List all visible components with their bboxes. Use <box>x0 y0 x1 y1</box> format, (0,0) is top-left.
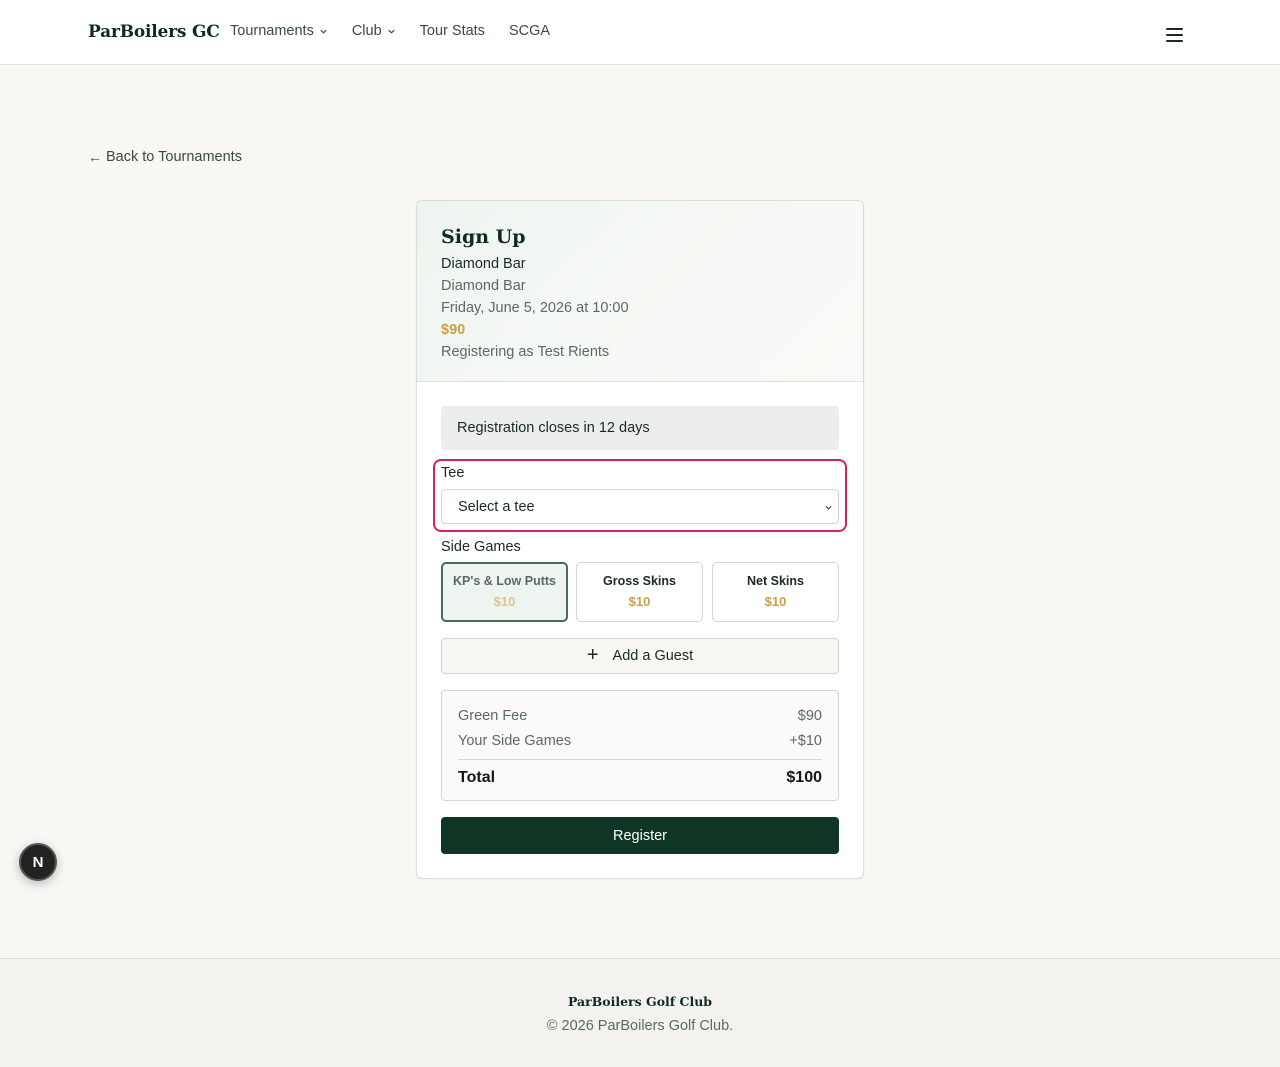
registering-as: Registering as Test Rients <box>441 344 610 360</box>
side-game-gross-skins[interactable]: Gross Skins $10 <box>576 562 703 622</box>
side-game-price: $10 <box>493 594 516 609</box>
tee-label: Tee <box>441 465 465 481</box>
event-course: Diamond Bar <box>441 278 526 294</box>
brand-logo[interactable]: ParBoilers GC <box>88 22 220 42</box>
side-game-name: KP's & Low Putts <box>453 574 556 588</box>
plus-icon: + <box>586 644 599 666</box>
add-guest-label: Add a Guest <box>612 648 694 664</box>
side-game-price: $10 <box>764 594 787 609</box>
side-game-name: Net Skins <box>747 574 804 588</box>
summary-total-row: Total $100 <box>458 769 822 787</box>
nav-tournaments-label: Tournaments <box>230 23 314 39</box>
side-games-total-label: Your Side Games <box>458 733 572 749</box>
add-guest-button[interactable]: + Add a Guest <box>441 638 839 674</box>
side-game-kps-low-putts[interactable]: KP's & Low Putts $10 <box>441 562 568 622</box>
registration-notice: Registration closes in 12 days <box>441 406 839 450</box>
card-title: Sign Up <box>441 226 526 248</box>
summary-green-fee-row: Green Fee $90 <box>458 708 822 724</box>
side-game-name: Gross Skins <box>603 574 676 588</box>
nav-club-label: Club <box>351 23 382 39</box>
side-games-total-value: +$10 <box>789 733 822 749</box>
chevron-down-icon <box>388 29 395 34</box>
side-game-net-skins[interactable]: Net Skins $10 <box>712 562 839 622</box>
side-games-options: KP's & Low Putts $10 Gross Skins $10 Net… <box>441 562 839 622</box>
signup-card: Sign Up Diamond Bar Diamond Bar Friday, … <box>416 200 864 879</box>
side-games-label: Side Games <box>441 539 521 555</box>
summary-side-games-row: Your Side Games +$10 <box>458 733 822 749</box>
nav-tournaments[interactable]: Tournaments <box>230 23 328 39</box>
tee-select-value: Select a tee <box>458 499 535 515</box>
summary-divider <box>458 759 822 760</box>
back-to-tournaments-link[interactable]: ← Back to Tournaments <box>88 149 242 165</box>
price-summary: Green Fee $90 Your Side Games +$10 Total… <box>441 690 839 801</box>
event-name: Diamond Bar <box>441 256 526 272</box>
nextjs-dev-badge[interactable]: N <box>19 843 57 881</box>
nav-scga-label: SCGA <box>508 23 551 39</box>
arrow-left-icon: ← <box>88 149 102 165</box>
back-link-label: Back to Tournaments <box>106 149 242 165</box>
event-price: $90 <box>441 322 466 338</box>
green-fee-value: $90 <box>797 708 822 724</box>
footer-copyright: © 2026 ParBoilers Golf Club. <box>546 1018 734 1034</box>
nav-tour-stats[interactable]: Tour Stats <box>420 23 485 39</box>
top-navbar: ParBoilers GC Tournaments Club Tour Stat… <box>0 0 1280 65</box>
event-datetime: Friday, June 5, 2026 at 10:00 <box>441 300 629 316</box>
nav-club[interactable]: Club <box>352 23 396 39</box>
chevron-down-icon <box>320 29 327 34</box>
hamburger-icon[interactable] <box>1166 28 1183 42</box>
tee-select[interactable]: Select a tee <box>441 489 839 524</box>
signup-card-header: Sign Up Diamond Bar Diamond Bar Friday, … <box>417 201 863 382</box>
chevron-down-icon <box>825 505 832 510</box>
nav-scga[interactable]: SCGA <box>509 23 550 39</box>
green-fee-label: Green Fee <box>458 708 528 724</box>
main-nav: Tournaments Club Tour Stats SCGA <box>230 23 574 39</box>
side-game-price: $10 <box>628 594 651 609</box>
register-button[interactable]: Register <box>441 817 839 854</box>
total-value: $100 <box>786 769 822 786</box>
footer-title: ParBoilers Golf Club <box>567 994 713 1009</box>
footer: ParBoilers Golf Club © 2026 ParBoilers G… <box>0 958 1280 1067</box>
total-label: Total <box>458 769 496 786</box>
nav-tour-stats-label: Tour Stats <box>419 23 485 39</box>
